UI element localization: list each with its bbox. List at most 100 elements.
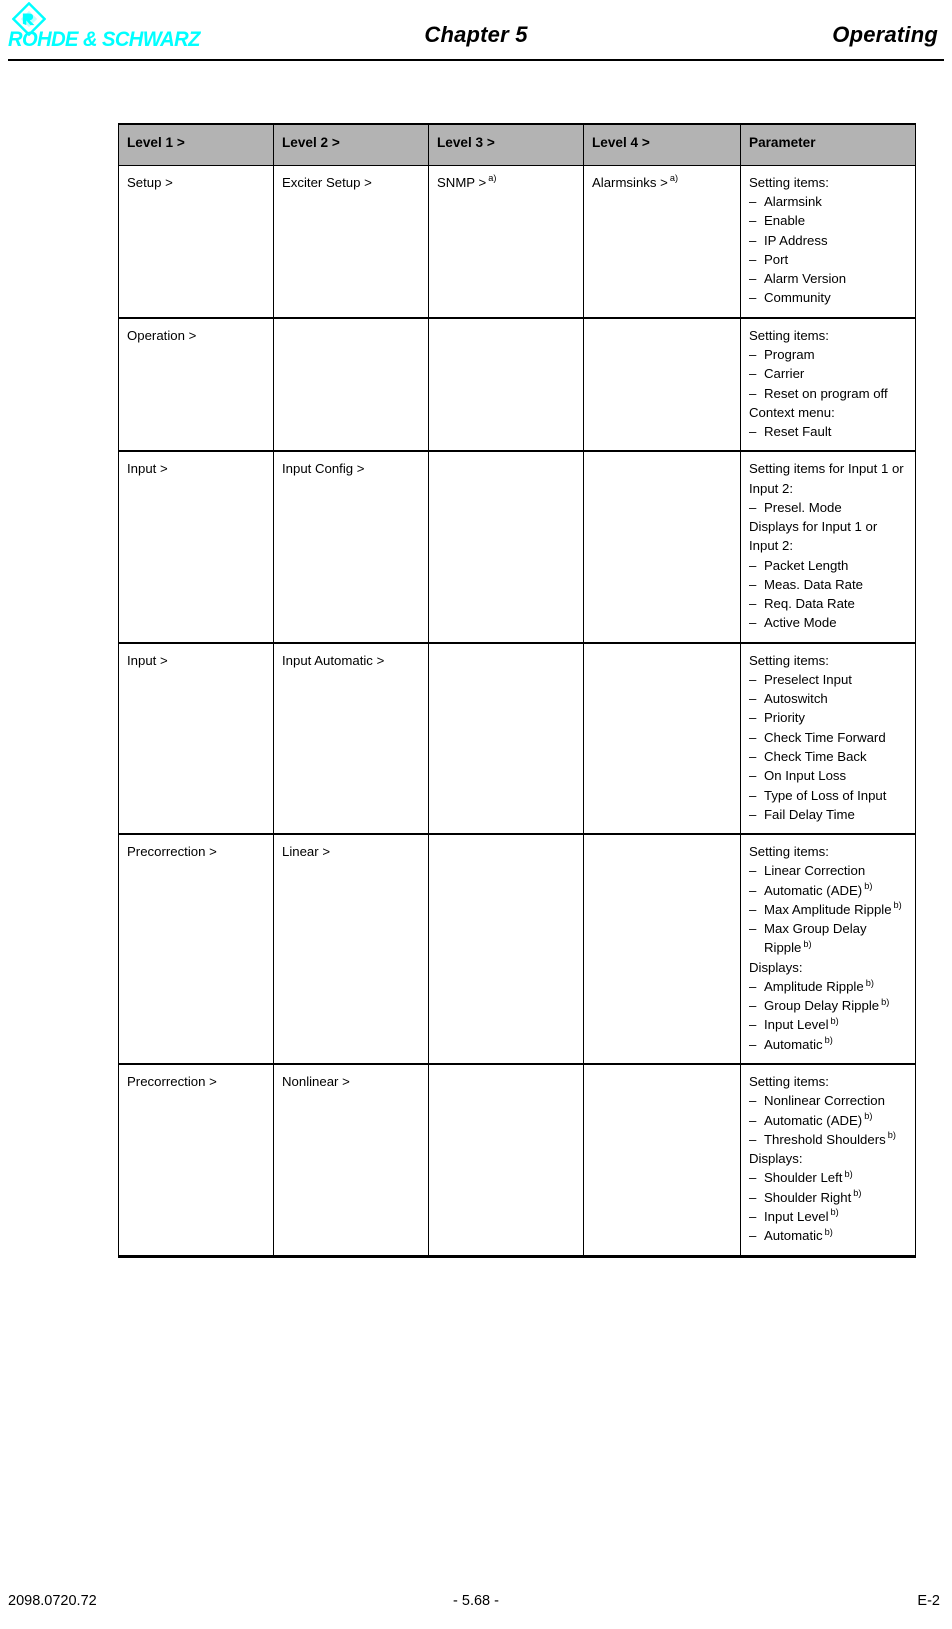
table-header: Level 1 > Level 2 > Level 3 > Level 4 > … <box>118 122 916 166</box>
footnote-marker: b) <box>824 1035 833 1046</box>
cell-parameter: Setting items: ProgramCarrierReset on pro… <box>740 318 916 453</box>
cell-level4 <box>583 451 741 644</box>
cell-level3 <box>428 1064 584 1259</box>
parameter-label: Setting items: <box>749 652 829 668</box>
parameter-list-item: Meas. Data Rate <box>749 575 907 595</box>
parameter-list-item: Automatic (ADE)b) <box>749 881 907 901</box>
cell-level3 <box>428 834 584 1065</box>
column-header-level4: Level 4 > <box>583 122 741 166</box>
parameter-list-item: Program <box>749 345 907 365</box>
parameter-list-item: Community <box>749 288 907 308</box>
parameter-list-item: Group Delay Rippleb) <box>749 996 907 1016</box>
parameter-list-item: Fail Delay Time <box>749 805 907 825</box>
cell-parameter: Setting items for Input 1 or Input 2:Pre… <box>740 451 916 644</box>
footnote-marker: b) <box>853 1188 862 1199</box>
parameter-list-item: Carrier <box>749 364 907 384</box>
parameter-label: Setting items: <box>749 327 829 343</box>
parameter-list-item: Automatic (ADE)b) <box>749 1111 907 1131</box>
parameter-list-item: On Input Loss <box>749 766 907 786</box>
cell-level2: Input Automatic > <box>273 643 429 836</box>
cell-level4 <box>583 643 741 836</box>
parameter-list-item: Shoulder Leftb) <box>749 1168 907 1188</box>
menu-structure-table: Level 1 > Level 2 > Level 3 > Level 4 > … <box>118 122 916 1259</box>
cell-level3 <box>428 318 584 453</box>
parameter-list-item: Packet Length <box>749 556 907 576</box>
footer-edition: E-2 <box>917 1593 940 1609</box>
parameter-list-item: Alarm Version <box>749 269 907 289</box>
cell-level1: Input > <box>118 643 274 836</box>
table-row: Precorrection >Linear > Setting items:Lin… <box>118 834 916 1065</box>
cell-level4: Alarmsinks > a) <box>583 165 741 319</box>
table-row: Input > Input Config > Setting items for I… <box>118 451 916 644</box>
parameter-label: Displays: <box>749 959 803 975</box>
parameter-label: Displays for Input 1 or Input 2: <box>749 519 878 554</box>
parameter-list-item: Automaticb) <box>749 1035 907 1055</box>
parameter-list-item: Priority <box>749 708 907 728</box>
column-header-level3: Level 3 > <box>428 122 584 166</box>
parameter-list-item: Max Amplitude Rippleb) <box>749 900 907 920</box>
footnote-marker: b) <box>865 977 874 988</box>
cell-parameter: Setting items:Nonlinear CorrectionAutoma… <box>740 1064 916 1259</box>
parameter-list-item: Amplitude Rippleb) <box>749 977 907 997</box>
parameter-list-item: Input Levelb) <box>749 1015 907 1035</box>
cell-parameter: Setting items: Preselect InputAutoswitchP… <box>740 643 916 836</box>
parameter-label: Setting items for Input 1 or Input 2: <box>749 461 904 496</box>
parameter-list-item: Threshold Shouldersb) <box>749 1130 907 1150</box>
cell-level2: Input Config > <box>273 451 429 644</box>
parameter-list-item: Alarmsink <box>749 192 907 212</box>
cell-level4 <box>583 1064 741 1259</box>
header-section-title: Operating <box>832 22 938 47</box>
footnote-marker: b) <box>824 1226 833 1237</box>
table-row: Precorrection > Nonlinear > Setting items:… <box>118 1064 916 1259</box>
cell-level1: Operation > <box>118 318 274 453</box>
cell-level3 <box>428 451 584 644</box>
parameter-list-item: Reset on program off <box>749 384 907 404</box>
column-header-level1: Level 1 > <box>118 122 274 166</box>
cell-level1: Precorrection > <box>118 834 274 1065</box>
cell-parameter: Setting items:Linear CorrectionAutomatic… <box>740 834 916 1065</box>
parameter-list-item: Input Levelb) <box>749 1207 907 1227</box>
cell-level2: Exciter Setup > <box>273 165 429 319</box>
parameter-list-item: Linear Correction <box>749 861 907 881</box>
table-row: Operation > Setting items: ProgramCarrierR… <box>118 318 916 453</box>
parameter-label: Setting items: <box>749 844 829 860</box>
parameter-list-item: Req. Data Rate <box>749 594 907 614</box>
header-chapter-title: Chapter 5 <box>424 22 528 47</box>
cell-level4 <box>583 318 741 453</box>
header-divider <box>8 59 944 61</box>
footnote-marker: b) <box>864 1111 873 1122</box>
parameter-list-item: Enable <box>749 211 907 231</box>
cell-level2: Linear > <box>273 834 429 1065</box>
parameter-list-item: Shoulder Rightb) <box>749 1188 907 1208</box>
footnote-marker: b) <box>830 1207 839 1218</box>
parameter-list-item: Preselect Input <box>749 670 907 690</box>
parameter-label: Setting items: <box>749 174 829 190</box>
table-body: Setup > Exciter Setup > SNMP > a) Alarmsinks… <box>118 165 916 1259</box>
cell-level1: Setup > <box>118 165 274 319</box>
page-header: ROHDE & SCHWARZ Chapter 5 Operating <box>0 0 952 62</box>
parameter-list-item: Autoswitch <box>749 689 907 709</box>
footnote-marker: b) <box>887 1130 896 1141</box>
table-row: Input >Input Automatic > Setting items: Pr… <box>118 643 916 836</box>
footnote-marker: a) <box>669 173 679 184</box>
cell-level1: Precorrection > <box>118 1064 274 1259</box>
cell-level2 <box>273 318 429 453</box>
cell-level1: Input > <box>118 451 274 644</box>
table-row: Setup > Exciter Setup > SNMP > a) Alarmsinks… <box>118 165 916 319</box>
parameter-label: Setting items: <box>749 1074 829 1089</box>
cell-level2: Nonlinear > <box>273 1064 429 1259</box>
cell-level4 <box>583 834 741 1065</box>
parameter-list-item: Check Time Back <box>749 747 907 767</box>
footnote-marker: b) <box>830 1016 839 1027</box>
parameter-list-item: Max Group Delay Rippleb) <box>749 919 907 958</box>
footnote-marker: b) <box>803 939 812 950</box>
footnote-marker: b) <box>881 996 890 1007</box>
footnote-marker: a) <box>488 173 497 184</box>
parameter-label: Context menu: <box>749 404 835 420</box>
parameter-label: Displays: <box>749 1151 803 1167</box>
page-footer: 2098.0720.72 - 5.68 - E-2 <box>0 1593 952 1615</box>
column-header-parameter: Parameter <box>740 122 916 166</box>
parameter-list-item: Check Time Forward <box>749 728 907 748</box>
parameter-list-item: Presel. Mode <box>749 498 907 518</box>
footnote-marker: b) <box>864 881 873 892</box>
